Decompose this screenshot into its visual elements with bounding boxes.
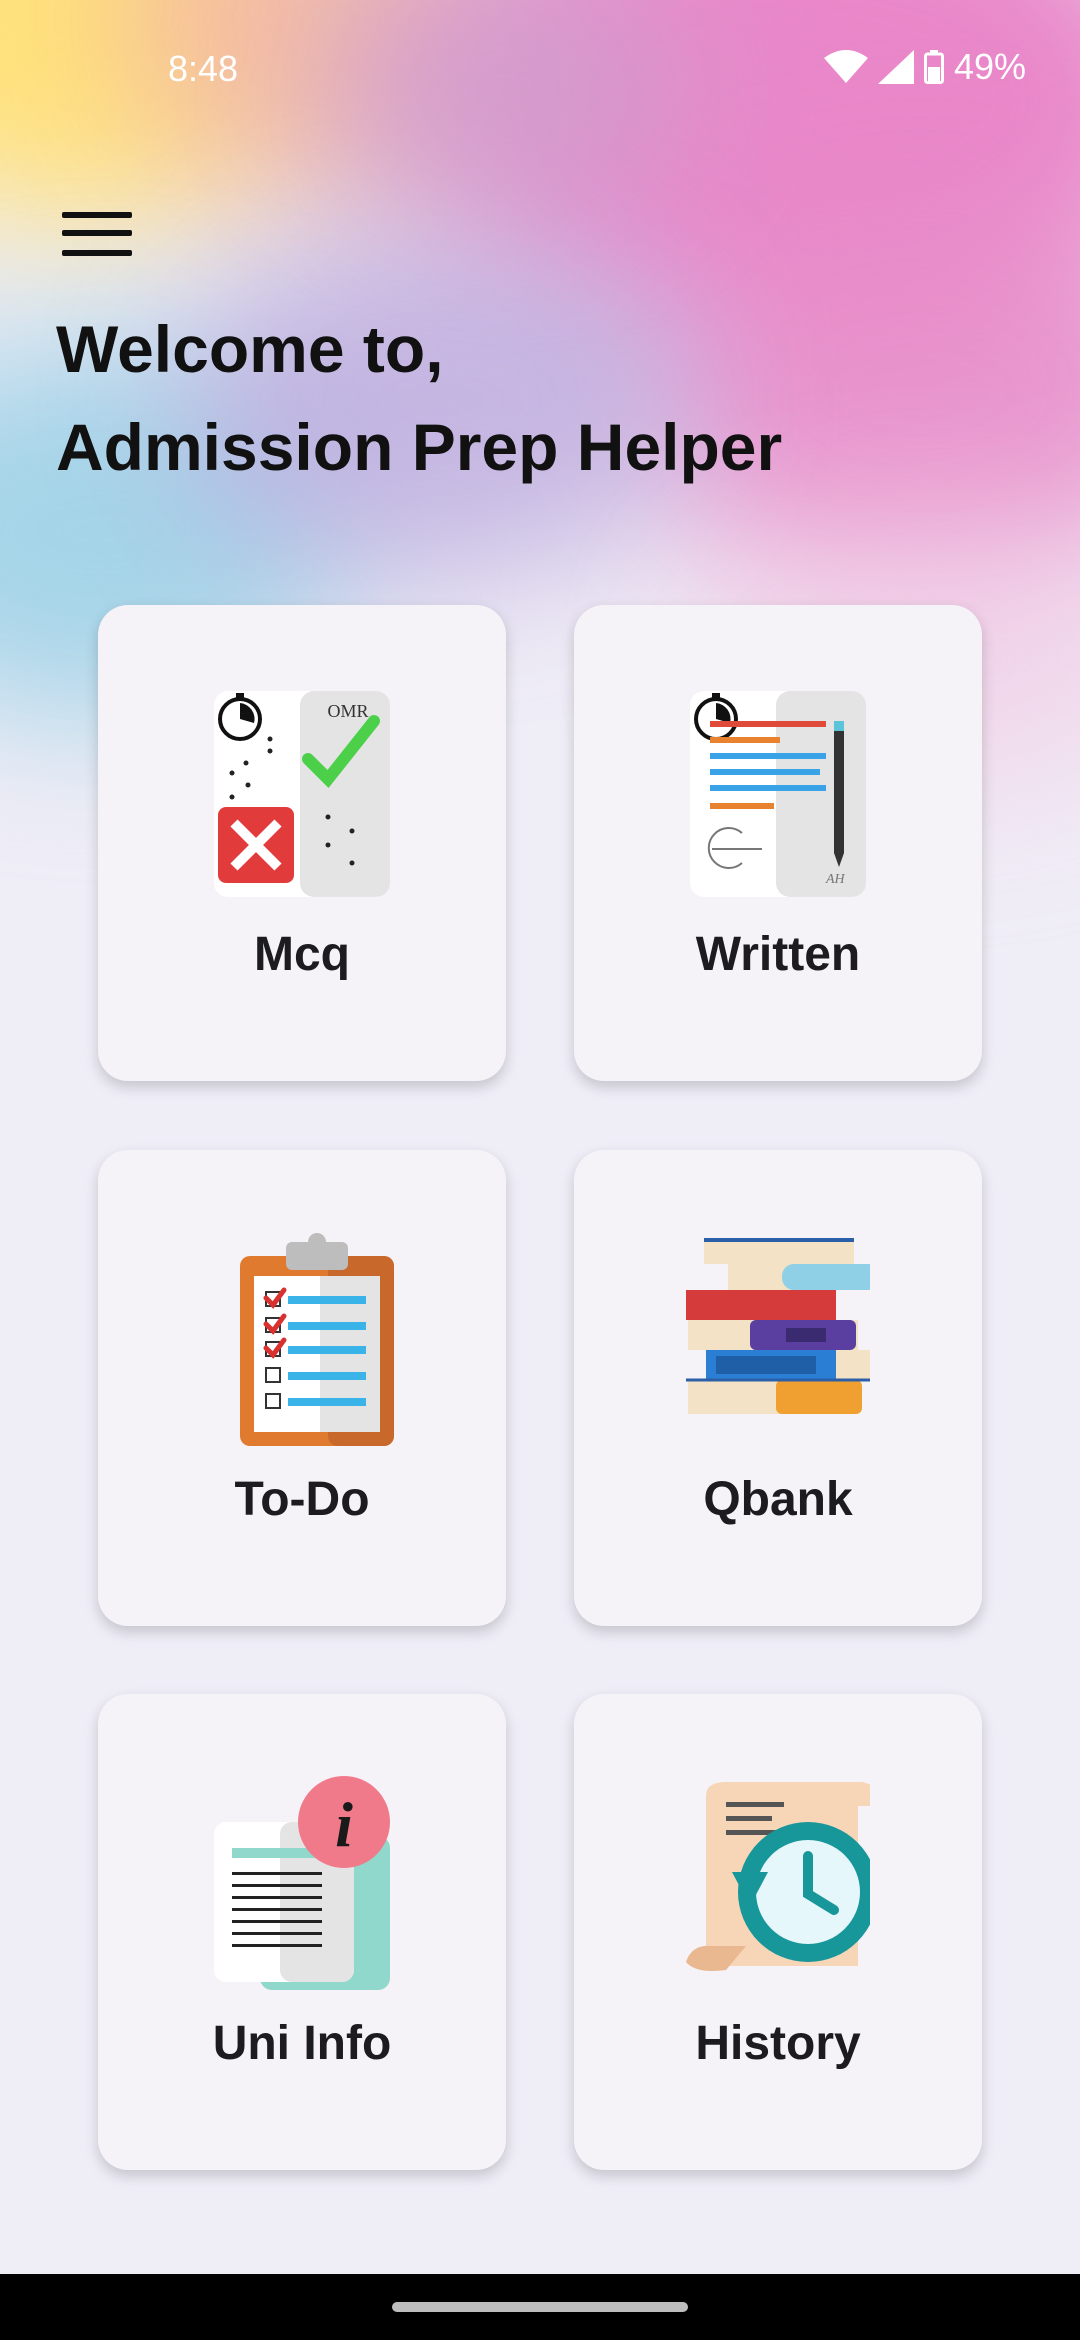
app-name-title: Admission Prep Helper bbox=[56, 410, 783, 484]
svg-text:i: i bbox=[335, 1789, 353, 1860]
written-label: Written bbox=[695, 928, 861, 981]
wifi-icon bbox=[823, 50, 868, 83]
omr-sheet-icon: OMR bbox=[214, 691, 390, 897]
omr-label: OMR bbox=[327, 701, 368, 721]
info-document-icon: i bbox=[214, 1776, 390, 1990]
qbank-label: Qbank bbox=[703, 1473, 853, 1526]
hamburger-menu-icon[interactable] bbox=[58, 206, 134, 262]
home-gesture-handle[interactable] bbox=[392, 2302, 688, 2312]
cellular-signal-icon bbox=[877, 50, 914, 84]
qbank-card[interactable]: Qbank bbox=[574, 1150, 982, 1626]
welcome-heading: Welcome to, Admission Prep Helper bbox=[56, 300, 782, 496]
welcome-line-1: Welcome to, bbox=[56, 312, 444, 386]
battery-icon bbox=[923, 50, 944, 84]
battery-percent: 49% bbox=[953, 46, 1026, 87]
status-icons: 49% bbox=[823, 46, 1026, 88]
uni-info-label: Uni Info bbox=[212, 2017, 392, 2070]
status-time: 8:48 bbox=[168, 48, 239, 89]
written-card[interactable]: AH Written bbox=[574, 605, 982, 1081]
svg-text:AH: AH bbox=[825, 872, 846, 887]
todo-card[interactable]: To-Do bbox=[98, 1150, 506, 1626]
history-clock-icon bbox=[686, 1782, 870, 1971]
clipboard-checklist-icon bbox=[240, 1233, 394, 1446]
history-card[interactable]: History bbox=[574, 1694, 982, 2170]
history-label: History bbox=[695, 2017, 861, 2070]
book-stack-icon bbox=[686, 1238, 870, 1414]
uni-info-card[interactable]: i Uni Info bbox=[98, 1694, 506, 2170]
todo-label: To-Do bbox=[234, 1473, 370, 1526]
mcq-label: Mcq bbox=[254, 928, 350, 981]
status-bar: 8:48 49% bbox=[0, 0, 1080, 140]
written-exam-icon: AH bbox=[690, 691, 866, 897]
mcq-card[interactable]: OMR Mcq bbox=[98, 605, 506, 1081]
